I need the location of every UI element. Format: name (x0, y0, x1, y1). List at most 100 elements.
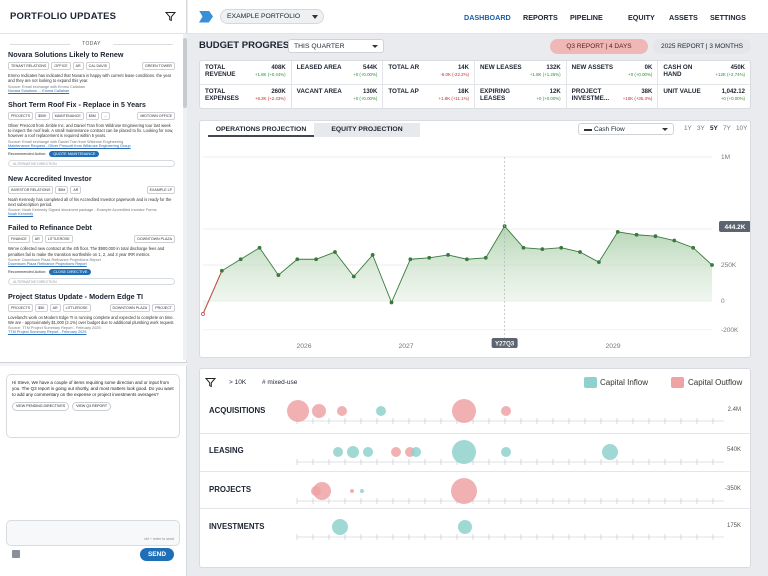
bubble[interactable] (501, 406, 511, 416)
update-tag[interactable]: $5K (35, 303, 48, 312)
nav-dashboard[interactable]: DASHBOARD (464, 13, 511, 22)
capital-flow-bubbles[interactable] (200, 369, 752, 569)
view-q3-report-button[interactable]: VIEW Q3 REPORT (72, 402, 112, 412)
metric-card[interactable]: LEASED AREA 544K +0 (+0.00%) (291, 61, 384, 85)
metric-card[interactable]: UNIT VALUE 1,042.12 +0 (+0.00%) (658, 85, 750, 109)
nav-settings[interactable]: SETTINGS (710, 13, 746, 22)
bubble[interactable] (411, 447, 421, 457)
metric-label: EXPIRING LEASES (479, 88, 511, 103)
series-select[interactable]: Cash Flow (578, 123, 674, 135)
bubble[interactable] (312, 404, 326, 418)
bubble[interactable] (347, 446, 359, 458)
metric-card[interactable]: CASH ON HAND 450K +12K (+2.74%) (658, 61, 750, 85)
bubble[interactable] (337, 406, 347, 416)
panel-resize-handle[interactable] (0, 362, 187, 366)
reply-input[interactable]: ctrl + enter to send (6, 520, 180, 546)
update-link[interactable]: Novara Solutions ... Emma Callahan (8, 89, 175, 93)
bubble[interactable] (452, 440, 476, 464)
update-tag[interactable]: PROJECTS (8, 111, 34, 120)
bubble[interactable] (451, 478, 477, 504)
update-item[interactable]: Short Term Roof Fix - Replace in 5 Years… (8, 100, 175, 167)
bubble[interactable] (360, 489, 364, 493)
view-pending-directives-button[interactable]: VIEW PENDING DIRECTIVES (12, 402, 70, 412)
update-tag[interactable]: CAL DAVIS (85, 62, 110, 70)
range-5y[interactable]: 5Y (710, 125, 718, 132)
bubble[interactable] (333, 447, 343, 457)
metric-card[interactable]: TOTAL EXPENSES 260K +6.3K (+2.43%) (200, 85, 292, 109)
update-tag[interactable]: AR (31, 235, 43, 244)
y-tick-label: 0 (721, 298, 725, 305)
nav-pipeline[interactable]: PIPELINE (570, 13, 603, 22)
update-tag[interactable]: MAINTENANCE (51, 111, 84, 120)
range-7y[interactable]: 7Y (723, 125, 731, 132)
metric-card[interactable]: TOTAL AP 18K +1.8K (+11.1%) (383, 85, 475, 109)
update-tag[interactable]: $50K (35, 111, 50, 120)
update-tag[interactable]: LITTLEROSE (44, 235, 73, 244)
metric-card[interactable]: EXPIRING LEASES 12K +0 (+0.00%) (475, 85, 567, 109)
close-directive-button[interactable]: CLOSE DIRECTIVE (49, 268, 92, 275)
range-1y[interactable]: 1Y (684, 125, 692, 132)
filter-icon[interactable] (165, 11, 176, 22)
update-property-tag[interactable]: DOWNTOWN PLAZA (134, 235, 175, 244)
nav-reports[interactable]: REPORTS (523, 13, 558, 22)
update-tag[interactable]: $5M (85, 111, 99, 120)
range-3y[interactable]: 3Y (697, 125, 705, 132)
update-tag[interactable]: AR (70, 185, 82, 194)
update-tag[interactable]: AR (72, 62, 84, 70)
alternative-direction-input[interactable]: ALTERNATIVE DIRECTION (8, 277, 175, 285)
quote-maintenance-button[interactable]: QUOTE MAINTENANCE (49, 150, 100, 157)
attach-icon[interactable] (12, 550, 20, 558)
update-link[interactable]: Maintenance Request - Oliver Prescott fr… (8, 144, 175, 148)
annual-report-badge[interactable]: 2025 REPORT | 3 MONTHS (653, 39, 751, 54)
metric-card[interactable]: NEW LEASES 132K +1.8K (+1.26%) (474, 61, 567, 85)
feed-scroll-thumb[interactable] (183, 38, 187, 108)
update-item[interactable]: Novara Solutions Likely to Renew TENANT … (8, 50, 175, 93)
update-property-tag[interactable]: DOWNTOWN PLAZA (109, 303, 151, 312)
feed-scrollbar[interactable] (183, 34, 187, 360)
update-item[interactable]: New Accredited Investor INVESTOR RELATIO… (8, 174, 175, 216)
update-item[interactable]: Failed to Refinance Debt FINANCE AR LITT… (8, 223, 175, 285)
update-project-tag[interactable]: PROJECT (152, 303, 175, 312)
bubble[interactable] (313, 482, 331, 500)
bubble[interactable] (458, 520, 472, 534)
update-property-tag[interactable]: EXAMPLE LP (146, 185, 175, 194)
bubble[interactable] (287, 400, 309, 422)
update-tag[interactable]: LITTLEROSE (62, 303, 91, 312)
update-item[interactable]: Project Status Update - Modern Edge TI P… (8, 292, 175, 334)
update-property-tag[interactable]: GREEN TOWER (141, 62, 175, 70)
update-tag[interactable]: FINANCE (8, 235, 30, 244)
updates-feed[interactable]: TODAY Novara Solutions Likely to Renew T… (0, 34, 183, 360)
period-select[interactable]: THIS QUARTER (288, 39, 384, 53)
update-link[interactable]: TTM Project Summary Report - February 20… (8, 330, 175, 334)
bubble[interactable] (332, 519, 348, 535)
update-tag[interactable]: INVESTOR RELATIONS (8, 185, 54, 194)
metric-card[interactable]: TOTAL REVENUE 408K +1.8K (+0.44%) (200, 61, 292, 85)
update-tag[interactable]: ... (100, 111, 110, 120)
bubble[interactable] (350, 489, 354, 493)
nav-assets[interactable]: ASSETS (669, 13, 698, 22)
cash-flow-chart[interactable]: 1M500K250K0-200KY27Q3444.2K2026202720282… (200, 135, 751, 358)
bubble[interactable] (602, 444, 618, 460)
bubble[interactable] (501, 447, 511, 457)
bubble[interactable] (391, 447, 401, 457)
update-link[interactable]: Downtown Plaza Refinance Projections Rep… (8, 262, 175, 266)
alternative-direction-input[interactable]: ALTERNATIVE DIRECTION (8, 159, 175, 167)
update-tag[interactable]: TENANT RELATIONS (8, 62, 50, 70)
update-link[interactable]: Noah Kennedy (8, 212, 175, 216)
q3-report-badge[interactable]: Q3 REPORT | 4 DAYS (550, 39, 648, 54)
metric-card[interactable]: NEW ASSETS 0K +0 (+0.00%) (566, 61, 659, 85)
range-10y[interactable]: 10Y (736, 125, 747, 132)
update-property-tag[interactable]: MIDTOWN OFFICE (137, 111, 175, 120)
update-tag[interactable]: $5M (55, 185, 69, 194)
metric-card[interactable]: PROJECT INVESTME... 38K +10K (+35.3%) (567, 85, 659, 109)
update-tag[interactable]: PROJECTS (8, 303, 34, 312)
bubble[interactable] (376, 406, 386, 416)
metric-card[interactable]: VACANT AREA 130K +0 (+0.00%) (292, 85, 384, 109)
update-tag[interactable]: OFFICE (51, 62, 71, 70)
bubble[interactable] (363, 447, 373, 457)
bubble[interactable] (452, 399, 476, 423)
update-tag[interactable]: AR (49, 303, 61, 312)
metric-card[interactable]: TOTAL AR 14K -6.0K (-22.2%) (383, 61, 475, 85)
send-button[interactable]: SEND (140, 548, 174, 561)
nav-equity[interactable]: EQUITY (628, 13, 655, 22)
